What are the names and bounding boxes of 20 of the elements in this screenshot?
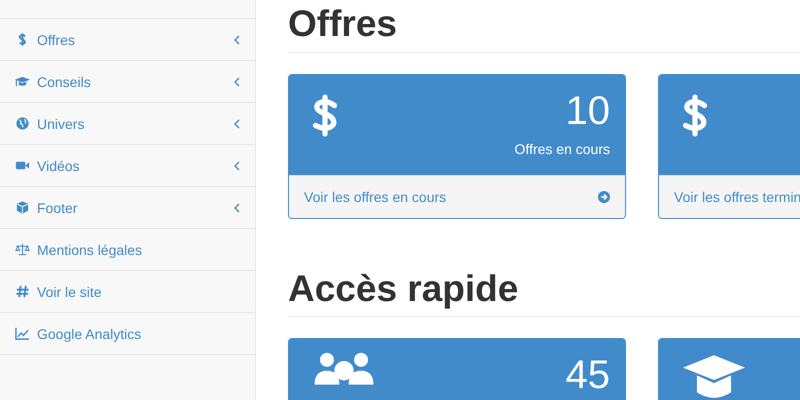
scale-icon <box>15 242 30 257</box>
stat-count: 10 <box>564 88 610 133</box>
sidebar-item[interactable]: Google Analytics <box>0 313 255 355</box>
sidebar-item[interactable]: Conseils <box>0 61 255 103</box>
panel-footer-link[interactable]: Voir les offres en cours <box>289 174 625 218</box>
sidebar-item[interactable]: Offres <box>0 19 255 61</box>
stat-count: 45 <box>566 353 610 398</box>
sidebar-item[interactable]: Univers <box>0 103 255 145</box>
section-heading: Accès rapide <box>288 268 800 318</box>
cap-icon <box>15 74 30 89</box>
globe-icon <box>15 116 30 131</box>
cube-icon <box>15 200 30 215</box>
chart-icon <box>15 326 30 341</box>
sidebar-item[interactable]: Footer <box>0 187 255 229</box>
sidebar-item[interactable]: Vidéos <box>0 145 255 187</box>
sidebar-item[interactable]: Voir le site <box>0 271 255 313</box>
section-heading: Offres <box>288 4 800 53</box>
sidebar-item[interactable]: Mentions légales <box>0 229 255 271</box>
stat-caption: Offres en cours <box>514 140 610 157</box>
hash-icon <box>15 284 30 299</box>
